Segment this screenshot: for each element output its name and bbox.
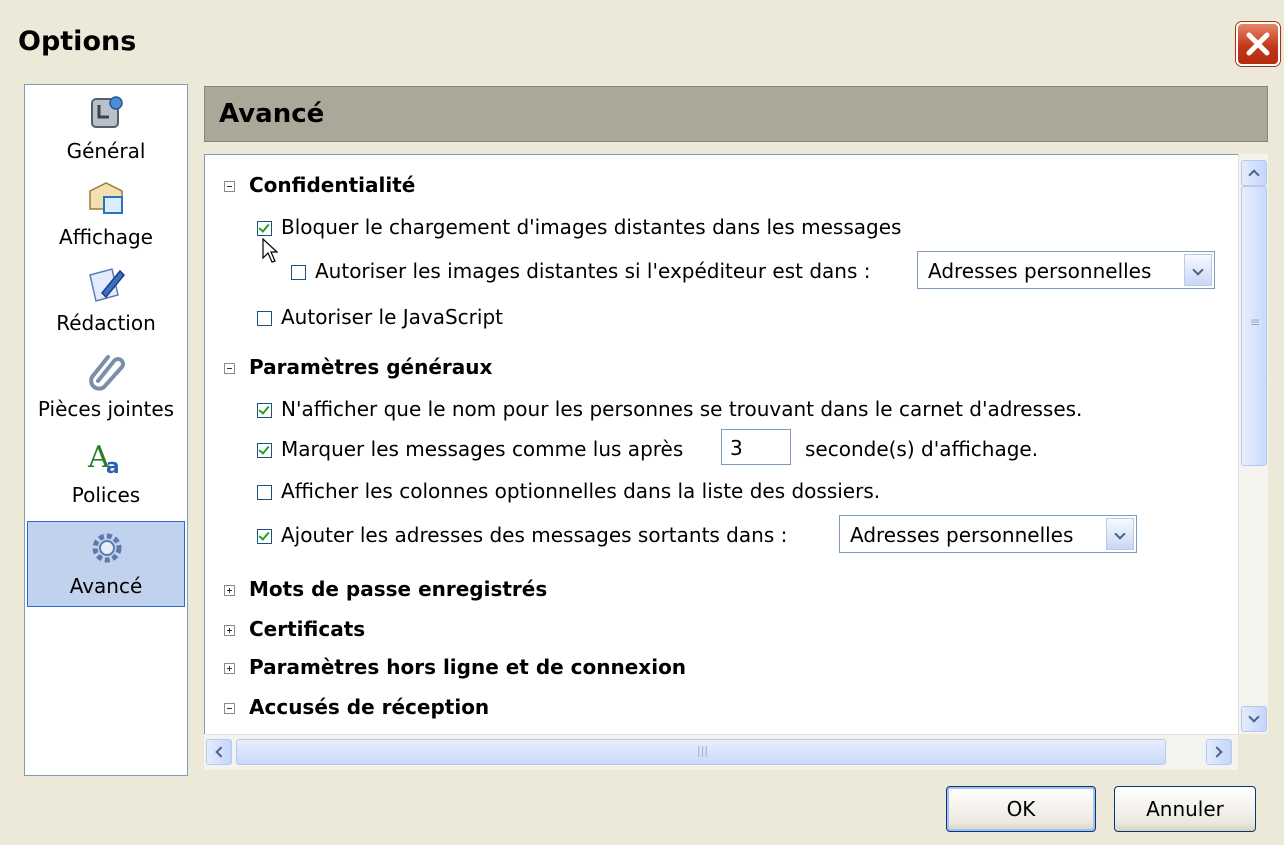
mark-read-label: Marquer les messages comme lus après [281, 437, 684, 461]
chevron-down-icon[interactable] [1184, 254, 1212, 286]
sidebar-item-fonts[interactable]: A a Polices [25, 431, 187, 517]
sidebar-item-display[interactable]: Affichage [25, 173, 187, 259]
allow-images-addressbook-select[interactable]: Adresses personnelles [917, 251, 1215, 289]
fonts-icon: A a [87, 440, 120, 477]
name-only-label: N'afficher que le nom pour les personnes… [281, 397, 1083, 421]
vertical-scrollbar[interactable] [1238, 154, 1268, 734]
window-title: Options [18, 26, 137, 57]
allow-javascript-label: Autoriser le JavaScript [281, 305, 503, 329]
category-sidebar: Général Affichage Rédaction Pièces joint… [24, 84, 188, 776]
scroll-down-button[interactable] [1241, 706, 1267, 732]
sidebar-item-compose[interactable]: Rédaction [25, 259, 187, 345]
section-toggle-passwords[interactable] [224, 585, 235, 596]
optional-columns-checkbox[interactable] [257, 485, 272, 500]
mark-read-seconds-input[interactable]: 3 [721, 429, 791, 465]
sidebar-item-label: Rédaction [56, 311, 156, 335]
allow-remote-images-label: Autoriser les images distantes si l'expé… [315, 259, 871, 283]
section-title-general: Paramètres généraux [249, 355, 493, 379]
section-title-offline: Paramètres hors ligne et de connexion [249, 655, 687, 679]
svg-text:a: a [106, 454, 120, 477]
horizontal-scrollbar[interactable] [204, 734, 1238, 770]
allow-javascript-checkbox[interactable] [257, 311, 272, 326]
sidebar-item-attachments[interactable]: Pièces jointes [25, 345, 187, 431]
scroll-right-button[interactable] [1206, 739, 1232, 765]
sidebar-item-general[interactable]: Général [25, 87, 187, 173]
select-value: Adresses personnelles [928, 259, 1152, 283]
sidebar-item-label: Général [66, 139, 146, 163]
optional-columns-label: Afficher les colonnes optionnelles dans … [281, 479, 881, 503]
section-toggle-general[interactable] [224, 363, 235, 374]
block-remote-images-checkbox[interactable] [257, 221, 272, 236]
name-only-checkbox[interactable] [257, 403, 272, 418]
sidebar-item-label: Avancé [69, 574, 143, 598]
chevron-down-icon[interactable] [1106, 518, 1134, 550]
sidebar-item-label: Affichage [59, 225, 153, 249]
section-title-privacy: Confidentialité [249, 173, 416, 197]
horizontal-scroll-thumb[interactable] [236, 739, 1166, 765]
mark-read-checkbox[interactable] [257, 443, 272, 458]
scroll-up-button[interactable] [1241, 160, 1267, 186]
mark-read-seconds-value: 3 [730, 436, 743, 460]
section-title-passwords: Mots de passe enregistrés [249, 577, 548, 601]
section-toggle-offline[interactable] [224, 663, 235, 674]
scrollbar-corner [1238, 734, 1268, 770]
section-title-receipts: Accusés de réception [249, 695, 490, 719]
title-bar: Options [0, 0, 1284, 86]
block-remote-images-label: Bloquer le chargement d'images distantes… [281, 215, 902, 239]
cancel-button[interactable]: Annuler [1114, 786, 1256, 832]
panel-header: Avancé [204, 86, 1268, 142]
close-icon [1246, 32, 1270, 56]
select-value: Adresses personnelles [850, 523, 1074, 547]
sidebar-item-label: Pièces jointes [37, 397, 175, 421]
panel-title: Avancé [219, 99, 325, 129]
section-title-certificates: Certificats [249, 617, 366, 641]
add-addresses-addressbook-select[interactable]: Adresses personnelles [839, 515, 1137, 553]
add-addresses-checkbox[interactable] [257, 529, 272, 544]
compose-icon [89, 268, 126, 302]
scroll-left-button[interactable] [206, 739, 232, 765]
section-toggle-certificates[interactable] [224, 625, 235, 636]
ok-button[interactable]: OK [946, 786, 1096, 832]
mouse-cursor-icon [262, 238, 278, 263]
settings-content: Confidentialité Bloquer le chargement d'… [204, 154, 1244, 734]
display-icon [89, 182, 123, 214]
paperclip-icon [89, 355, 125, 391]
gears-icon [92, 533, 122, 563]
close-button[interactable] [1236, 22, 1280, 66]
section-toggle-receipts[interactable] [224, 703, 235, 714]
allow-remote-images-checkbox[interactable] [291, 265, 306, 280]
add-addresses-label: Ajouter les adresses des messages sortan… [281, 523, 788, 547]
sidebar-item-advanced[interactable]: Avancé [27, 521, 185, 607]
vertical-scroll-thumb[interactable] [1241, 186, 1267, 466]
mark-read-suffix: seconde(s) d'affichage. [805, 437, 1039, 461]
section-toggle-privacy[interactable] [224, 181, 235, 192]
general-settings-icon [91, 96, 123, 128]
sidebar-item-label: Polices [71, 483, 141, 507]
